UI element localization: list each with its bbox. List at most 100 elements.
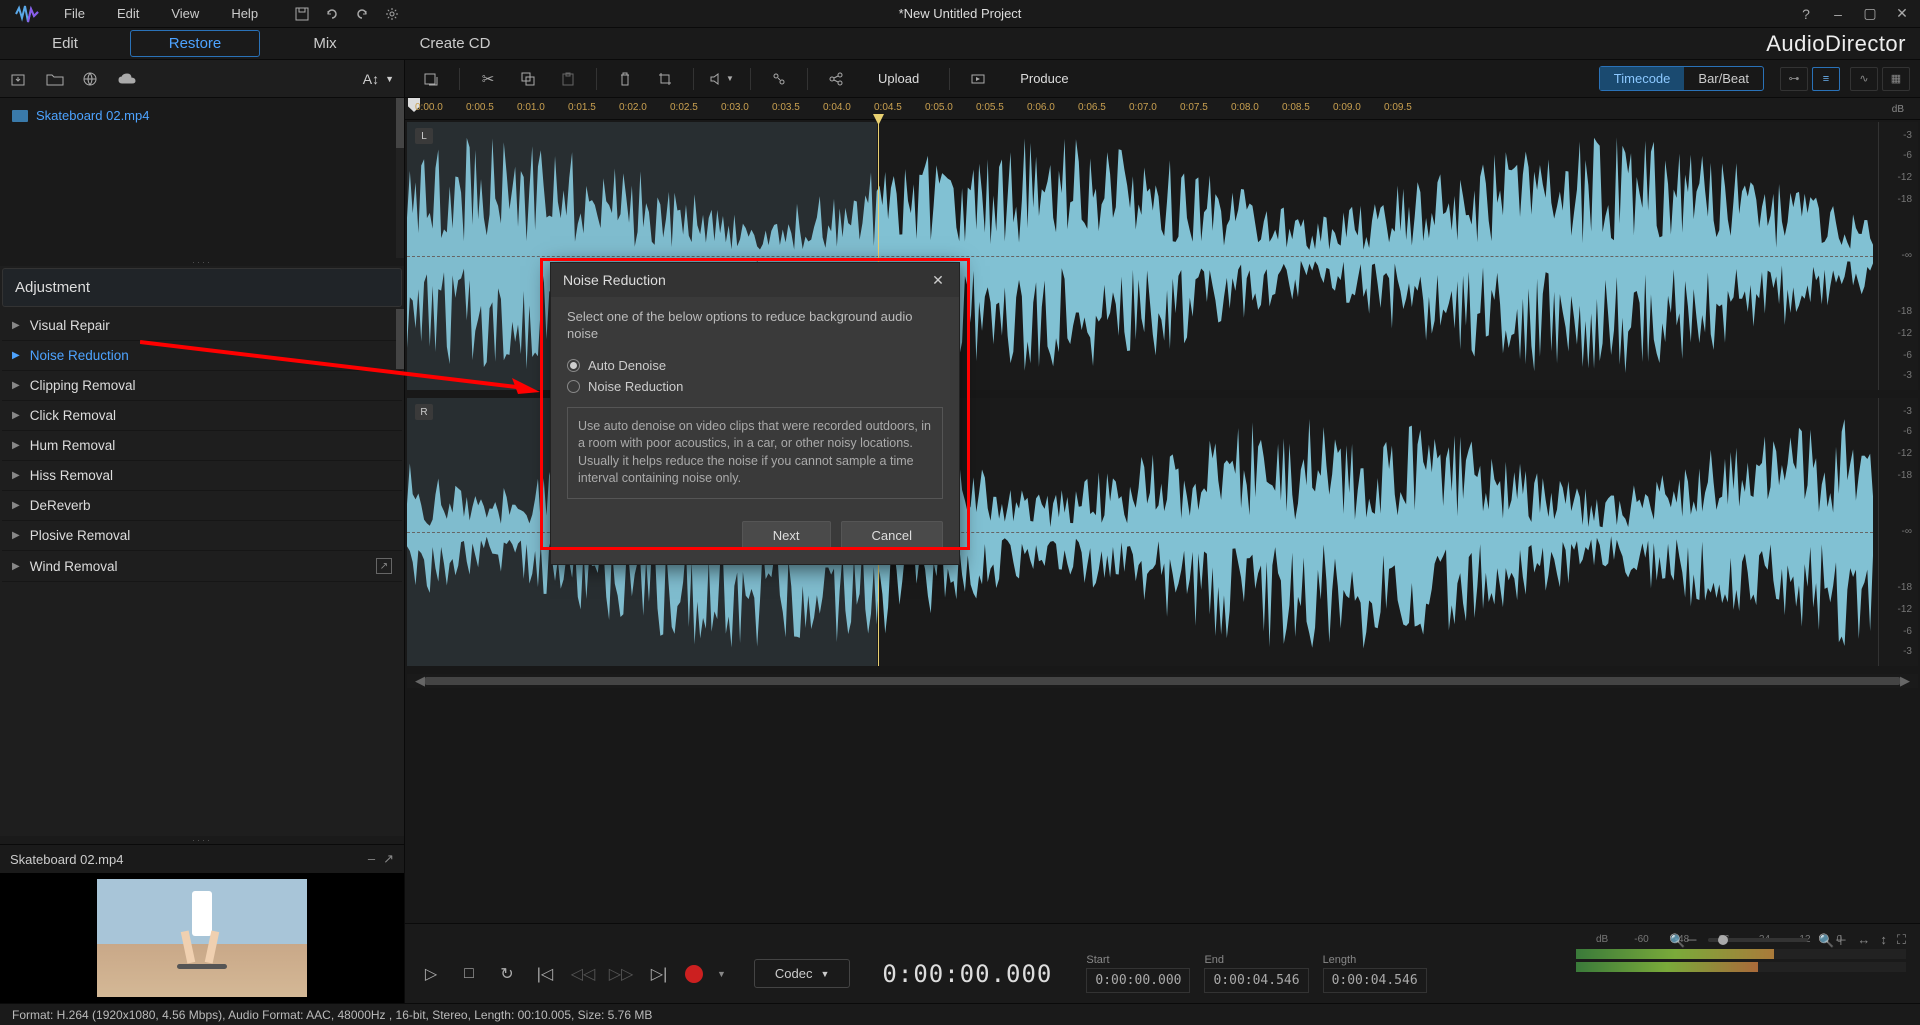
left-toolbar: A↕ ▼ xyxy=(0,60,404,98)
ruler-tick: 0:09.0 xyxy=(1333,102,1361,113)
adj-hiss-removal[interactable]: ▶Hiss Removal xyxy=(2,461,402,491)
zoom-fit-h-icon[interactable]: ↔ xyxy=(1857,932,1870,947)
codec-button[interactable]: Codec▼ xyxy=(754,959,851,988)
panel-resize-handle[interactable]: ···· xyxy=(0,258,404,266)
waveform-view-icon[interactable]: ⊶ xyxy=(1780,67,1808,91)
save-icon[interactable] xyxy=(294,6,310,22)
help-icon[interactable]: ? xyxy=(1796,4,1816,24)
zoom-slider[interactable] xyxy=(1708,938,1808,942)
skip-end-button[interactable]: ▷| xyxy=(647,962,671,986)
zoom-fit-icon[interactable]: ⛶ xyxy=(1897,932,1906,948)
tab-create-cd[interactable]: Create CD xyxy=(390,29,520,58)
timeline-horizontal-scrollbar[interactable]: ◀ ▶ xyxy=(407,674,1918,688)
forward-button[interactable]: ▷▷ xyxy=(609,962,633,986)
import-icon[interactable] xyxy=(10,70,28,88)
upload-button[interactable]: Upload xyxy=(860,67,937,90)
ruler-tick: 0:04.5 xyxy=(874,102,902,113)
loop-button[interactable]: ↻ xyxy=(495,962,519,986)
dialog-title: Noise Reduction xyxy=(563,272,666,288)
adj-hum-removal[interactable]: ▶Hum Removal xyxy=(2,431,402,461)
cut-tool-icon[interactable]: ✂ xyxy=(472,65,504,93)
timecode-button[interactable]: Timecode xyxy=(1600,67,1685,90)
radio-noise-reduction[interactable]: Noise Reduction xyxy=(567,376,943,397)
produce-icon[interactable] xyxy=(962,65,994,93)
menu-help[interactable]: Help xyxy=(215,6,274,21)
popout-icon[interactable]: ↗ xyxy=(376,558,392,574)
ruler-tick: 0:00.5 xyxy=(466,102,494,113)
minimize-icon[interactable]: – xyxy=(1828,4,1848,24)
radio-auto-denoise[interactable]: Auto Denoise xyxy=(567,355,943,376)
meter-bar-left xyxy=(1576,949,1906,959)
spectral-view-icon[interactable]: ∿ xyxy=(1850,67,1878,91)
radio-icon xyxy=(567,380,580,393)
crop-tool-icon[interactable] xyxy=(649,65,681,93)
redo-icon[interactable] xyxy=(354,6,370,22)
zoom-out-icon[interactable]: 🔍－ xyxy=(1669,930,1698,949)
adj-dereverb[interactable]: ▶DeReverb xyxy=(2,491,402,521)
preview-video[interactable] xyxy=(0,873,404,1003)
channel-label-left: L xyxy=(415,128,433,144)
cloud-icon[interactable] xyxy=(118,70,136,88)
adj-wind-removal[interactable]: ▶Wind Removal↗ xyxy=(2,551,402,582)
menu-file[interactable]: File xyxy=(48,6,101,21)
tab-mix[interactable]: Mix xyxy=(260,29,390,58)
delete-tool-icon[interactable] xyxy=(609,65,641,93)
play-button[interactable]: ▷ xyxy=(419,962,443,986)
ruler-tick: 0:02.5 xyxy=(670,102,698,113)
adjustment-scrollbar[interactable] xyxy=(396,309,404,369)
produce-button[interactable]: Produce xyxy=(1002,67,1086,90)
time-mode-toggle: Timecode Bar/Beat xyxy=(1599,66,1764,91)
ruler-tick: 0:06.0 xyxy=(1027,102,1055,113)
popout-preview-icon[interactable]: ↗ xyxy=(383,851,394,867)
rewind-button[interactable]: ◁◁ xyxy=(571,962,595,986)
skip-start-button[interactable]: |◁ xyxy=(533,962,557,986)
font-size-control[interactable]: A↕ xyxy=(363,71,379,87)
start-value[interactable]: 0:00:00.000 xyxy=(1086,968,1190,993)
app-logo xyxy=(8,0,48,28)
copy-tool-icon[interactable] xyxy=(512,65,544,93)
effects-tool-icon[interactable] xyxy=(763,65,795,93)
menu-edit[interactable]: Edit xyxy=(101,6,155,21)
adj-clipping-removal[interactable]: ▶Clipping Removal xyxy=(2,371,402,401)
panel-resize-handle-2[interactable]: ···· xyxy=(0,836,404,844)
adj-visual-repair[interactable]: ▶Visual Repair xyxy=(2,311,402,341)
adj-noise-reduction[interactable]: ▶Noise Reduction xyxy=(2,341,402,371)
tab-edit[interactable]: Edit xyxy=(0,29,130,58)
globe-icon[interactable] xyxy=(82,70,100,88)
left-panel: A↕ ▼ Skateboard 02.mp4 ···· Adjustment ▶… xyxy=(0,60,405,1003)
adj-click-removal[interactable]: ▶Click Removal xyxy=(2,401,402,431)
ruler-tick: 0:01.0 xyxy=(517,102,545,113)
file-item[interactable]: Skateboard 02.mp4 xyxy=(6,104,398,127)
undo-icon[interactable] xyxy=(324,6,340,22)
file-scrollbar[interactable] xyxy=(396,98,404,258)
barbeat-button[interactable]: Bar/Beat xyxy=(1684,67,1763,90)
record-button[interactable] xyxy=(685,965,703,983)
chevron-right-icon: ▶ xyxy=(12,350,20,361)
spectrogram-view-icon[interactable]: ▦ xyxy=(1882,67,1910,91)
record-dropdown-icon[interactable]: ▼ xyxy=(717,969,726,979)
paste-tool-icon[interactable] xyxy=(552,65,584,93)
folder-icon[interactable] xyxy=(46,70,64,88)
ruler-tick: 0:02.0 xyxy=(619,102,647,113)
end-value[interactable]: 0:00:04.546 xyxy=(1204,968,1308,993)
dialog-close-button[interactable]: ✕ xyxy=(929,271,947,289)
zoom-in-icon[interactable]: 🔍＋ xyxy=(1818,930,1847,949)
minimize-preview-icon[interactable]: – xyxy=(368,851,375,867)
tab-restore[interactable]: Restore xyxy=(130,30,260,57)
maximize-icon[interactable]: ▢ xyxy=(1860,4,1880,24)
adj-plosive-removal[interactable]: ▶Plosive Removal xyxy=(2,521,402,551)
settings-icon[interactable] xyxy=(384,6,400,22)
font-dropdown-icon[interactable]: ▼ xyxy=(385,74,394,84)
next-button[interactable]: Next xyxy=(742,521,831,550)
menu-view[interactable]: View xyxy=(155,6,215,21)
zoom-fit-v-icon[interactable]: ↕ xyxy=(1880,932,1887,947)
select-tool-icon[interactable] xyxy=(415,65,447,93)
share-icon[interactable] xyxy=(820,65,852,93)
dual-view-icon[interactable]: ≡ xyxy=(1812,67,1840,91)
stop-button[interactable]: □ xyxy=(457,962,481,986)
time-display: 0:00:00.000 xyxy=(882,960,1052,988)
close-icon[interactable]: ✕ xyxy=(1892,4,1912,24)
cancel-button[interactable]: Cancel xyxy=(841,521,943,550)
volume-tool-icon[interactable]: ▼ xyxy=(706,65,738,93)
timeline-ruler[interactable]: 0:00.00:00.50:01.00:01.50:02.00:02.50:03… xyxy=(405,98,1920,120)
